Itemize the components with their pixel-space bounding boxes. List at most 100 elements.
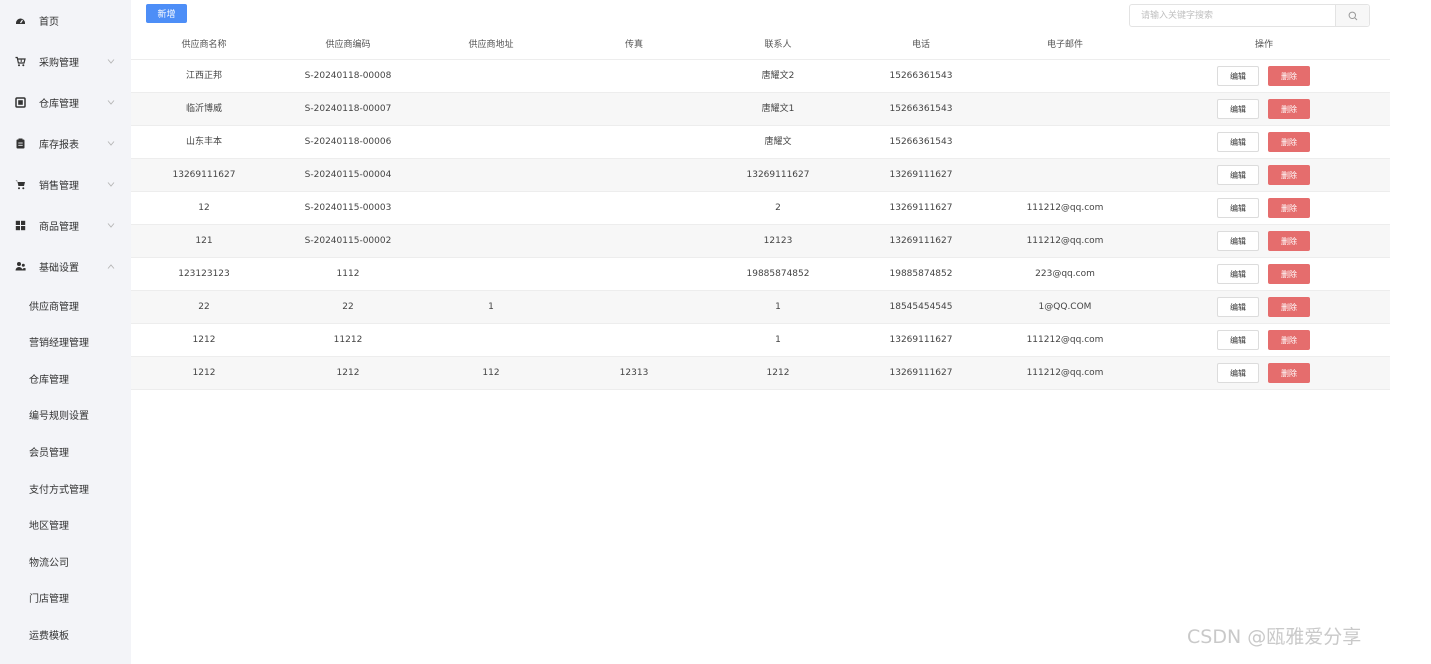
delete-button[interactable]: 删除 <box>1268 330 1310 350</box>
table-cell: 1212 <box>192 335 216 345</box>
column-header: 供应商名称 <box>181 40 227 50</box>
table-cell: 15266361543 <box>889 104 953 114</box>
sidebar-menu-label: 基础设置 <box>39 262 79 274</box>
table-cell: 1 <box>488 302 494 312</box>
table-cell: 111212@qq.com <box>1026 236 1104 246</box>
delete-button[interactable]: 删除 <box>1268 165 1310 185</box>
table-cell: 121 <box>195 236 213 246</box>
table-cell: 19885874852 <box>889 269 953 279</box>
sidebar-menu-item[interactable]: 基础设置 <box>0 248 131 284</box>
table-cell: 22 <box>342 302 354 312</box>
sidebar-submenu-item[interactable]: 运费模板 <box>0 619 131 649</box>
column-header: 供应商地址 <box>468 40 514 50</box>
delete-button[interactable]: 删除 <box>1268 264 1310 284</box>
sidebar-submenu-label: 营销经理管理 <box>29 338 89 350</box>
edit-button[interactable]: 编辑 <box>1217 330 1259 350</box>
delete-button[interactable]: 删除 <box>1268 66 1310 86</box>
table-cell: 15266361543 <box>889 137 953 147</box>
edit-button[interactable]: 编辑 <box>1217 66 1259 86</box>
table-row: 13269111627 S-20240115-00004 13269111627 13… <box>131 159 1390 192</box>
sidebar-submenu-item[interactable]: 物流公司 <box>0 546 131 576</box>
chevron-down-icon <box>106 56 116 66</box>
chevron-down-icon <box>106 97 116 107</box>
table-cell: 22 <box>198 302 210 312</box>
sidebar-submenu-item[interactable]: 供应商管理 <box>0 290 131 320</box>
sidebar-menu-label: 首页 <box>39 16 59 28</box>
table-cell: 12123 <box>763 236 793 246</box>
delete-button[interactable]: 删除 <box>1268 363 1310 383</box>
table-row: 1212 11212 1 13269111627 111212@qq.com 编辑 删除 <box>131 324 1390 357</box>
cart-plus-icon <box>14 55 26 67</box>
chevron-down-icon <box>106 179 116 189</box>
column-header: 电子邮件 <box>1046 40 1084 50</box>
table-row: 12 S-20240115-00003 2 13269111627 111212@qq.… <box>131 192 1390 225</box>
sidebar: 首页 采购管理 仓库管理 库存报表 销售管理 商品管理 基础设置 供应商管理 营销经理管理 仓库管… <box>0 0 131 664</box>
sidebar-submenu-item[interactable]: 支付方式管理 <box>0 473 131 503</box>
delete-button[interactable]: 删除 <box>1268 231 1310 251</box>
edit-button[interactable]: 编辑 <box>1217 165 1259 185</box>
sidebar-submenu-label: 供应商管理 <box>29 301 79 313</box>
table-row: 123123123 1112 19885874852 19885874852 223@q… <box>131 258 1390 291</box>
sidebar-submenu-label: 运费模板 <box>29 630 69 642</box>
sidebar-submenu-label: 仓库管理 <box>29 374 69 386</box>
table-cell: 唐耀文2 <box>761 71 795 81</box>
sidebar-menu-item[interactable]: 库存报表 <box>0 125 131 161</box>
table-row: 22 22 1 1 18545454545 1@QQ.COM 编辑 删除 <box>131 291 1390 324</box>
sidebar-menu-label: 库存报表 <box>39 139 79 151</box>
table-cell: 112 <box>482 368 500 378</box>
sidebar-submenu-label: 会员管理 <box>29 447 69 459</box>
sidebar-submenu-item[interactable]: 营销经理管理 <box>0 327 131 357</box>
table-cell: 19885874852 <box>746 269 810 279</box>
sidebar-submenu-label: 门店管理 <box>29 594 69 606</box>
search-box <box>1129 4 1370 27</box>
table-cell: 12313 <box>619 368 649 378</box>
edit-button[interactable]: 编辑 <box>1217 99 1259 119</box>
edit-button[interactable]: 编辑 <box>1217 198 1259 218</box>
search-input[interactable] <box>1130 5 1336 26</box>
sidebar-submenu-label: 地区管理 <box>29 521 69 533</box>
edit-button[interactable]: 编辑 <box>1217 231 1259 251</box>
table-cell: 江西正邦 <box>185 71 223 81</box>
sidebar-menu-item[interactable]: 商品管理 <box>0 207 131 243</box>
add-supplier-button[interactable]: 新增 <box>146 4 187 23</box>
table-cell: 123123123 <box>178 269 230 279</box>
warehouse-icon <box>14 96 26 108</box>
delete-button[interactable]: 删除 <box>1268 297 1310 317</box>
table-cell: 13269111627 <box>889 236 953 246</box>
search-button[interactable] <box>1335 5 1369 26</box>
table-cell: 1212 <box>336 368 360 378</box>
edit-button[interactable]: 编辑 <box>1217 297 1259 317</box>
delete-button[interactable]: 删除 <box>1268 99 1310 119</box>
table-cell: 1212 <box>192 368 216 378</box>
delete-button[interactable]: 删除 <box>1268 132 1310 152</box>
table-cell: S-20240115-00004 <box>304 170 392 180</box>
chevron-up-icon <box>106 261 116 271</box>
sidebar-menu-item[interactable]: 首页 <box>0 2 131 38</box>
table-cell: 13269111627 <box>746 170 810 180</box>
grid-icon <box>14 219 26 231</box>
chevron-down-icon <box>106 220 116 230</box>
edit-button[interactable]: 编辑 <box>1217 264 1259 284</box>
sidebar-submenu-item[interactable]: 仓库管理 <box>0 363 131 393</box>
delete-button[interactable]: 删除 <box>1268 198 1310 218</box>
edit-button[interactable]: 编辑 <box>1217 363 1259 383</box>
chevron-down-icon <box>106 138 116 148</box>
sidebar-menu-label: 采购管理 <box>39 57 79 69</box>
sidebar-submenu-label: 支付方式管理 <box>29 484 89 496</box>
column-header: 操作 <box>1254 40 1274 50</box>
table-cell: 1@QQ.COM <box>1038 302 1092 312</box>
sidebar-menu-item[interactable]: 采购管理 <box>0 43 131 79</box>
sidebar-submenu-item[interactable]: 地区管理 <box>0 510 131 540</box>
edit-button[interactable]: 编辑 <box>1217 132 1259 152</box>
column-header: 电话 <box>911 40 931 50</box>
sidebar-menu-item[interactable]: 销售管理 <box>0 166 131 202</box>
table-cell: 223@qq.com <box>1035 269 1095 279</box>
table-cell: S-20240118-00008 <box>304 71 392 81</box>
table-cell: S-20240118-00007 <box>304 104 392 114</box>
sidebar-submenu-item[interactable]: 编号规则设置 <box>0 400 131 430</box>
sidebar-menu-item[interactable]: 仓库管理 <box>0 84 131 120</box>
watermark: CSDN @瓯雅爱分享 <box>1187 626 1362 648</box>
sidebar-submenu-item[interactable]: 门店管理 <box>0 583 131 613</box>
sidebar-submenu-item[interactable]: 会员管理 <box>0 436 131 466</box>
table-cell: S-20240118-00006 <box>304 137 392 147</box>
